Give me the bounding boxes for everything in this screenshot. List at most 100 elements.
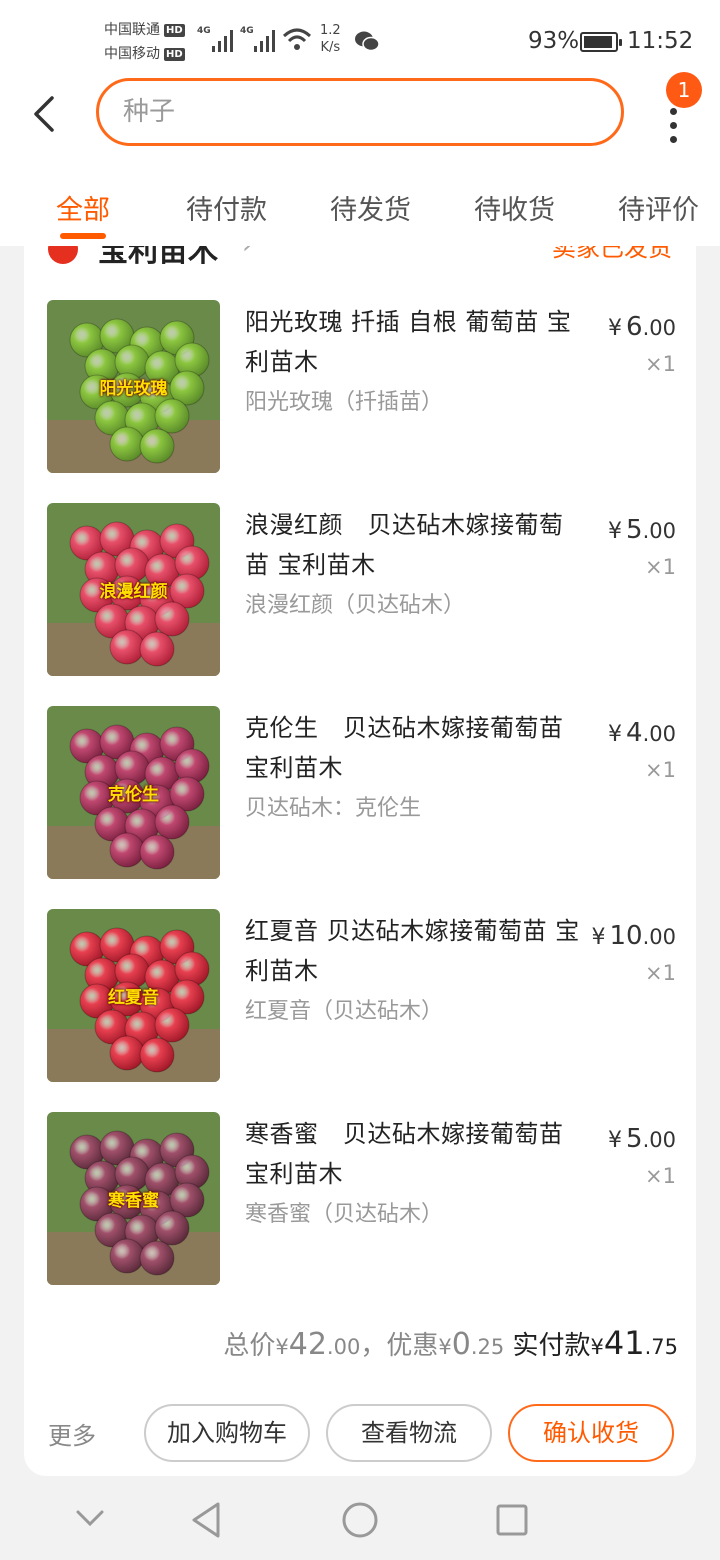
product-thumbnail[interactable]: 克伦生 <box>47 706 220 879</box>
product-title: 阳光玫瑰 扦插 自根 葡萄苗 宝利苗木 <box>245 308 572 376</box>
total-label: 总价 <box>223 1331 276 1361</box>
carrier-info: 中国联通 HD 中国移动 HD <box>104 18 185 66</box>
battery-percent: 93% <box>528 28 580 54</box>
view-logistics-button[interactable]: 查看物流 <box>326 1404 492 1462</box>
currency: ¥ <box>608 1128 623 1153</box>
order-card: 宝利苗木 › 卖家已发货 阳光玫瑰 阳光玫瑰 扦插 自根 葡萄苗 宝利苗木阳光玫瑰… <box>24 246 696 1476</box>
product-thumbnail[interactable]: 阳光玫瑰 <box>47 300 220 473</box>
product-title: 克伦生 贝达砧木嫁接葡萄苗 宝利苗木 <box>245 714 564 782</box>
back-nav-icon[interactable] <box>188 1500 224 1540</box>
search-header: 1 <box>0 72 720 170</box>
shop-icon <box>48 246 78 264</box>
paid-int: 41 <box>603 1324 645 1362</box>
total-dec: .00 <box>326 1335 361 1359</box>
order-item[interactable]: 浪漫红颜 浪漫红颜 贝达砧木嫁接葡萄苗 宝利苗木 浪漫红颜（贝达砧木） ¥5.00 ×1 <box>24 503 696 683</box>
product-title: 寒香蜜 贝达砧木嫁接葡萄苗 宝利苗木 <box>245 1120 564 1188</box>
recents-nav-icon[interactable] <box>494 1502 530 1538</box>
currency: ¥ <box>608 316 623 341</box>
product-thumbnail[interactable]: 浪漫红颜 <box>47 503 220 676</box>
wifi-icon <box>282 28 312 50</box>
product-thumbnail[interactable]: 红夏音 <box>47 909 220 1082</box>
currency: ¥ <box>591 925 606 950</box>
thumbnail-label: 克伦生 <box>108 785 159 805</box>
home-nav-icon[interactable] <box>340 1500 380 1540</box>
discount-dec: .25 <box>470 1335 505 1359</box>
product-sku: 寒香蜜（贝达砧木） <box>245 1202 444 1227</box>
carrier-1: 中国联通 <box>104 22 160 38</box>
tab-pending-shipment[interactable]: 待发货 <box>330 188 411 227</box>
currency: ¥ <box>608 722 623 747</box>
back-arrow-icon[interactable] <box>28 92 64 136</box>
order-total: 总价¥42.00，优惠¥0.25 实付款¥41.75 <box>223 1324 678 1362</box>
product-price: ¥4.00 <box>608 718 676 748</box>
tab-pending-receipt[interactable]: 待收货 <box>474 188 555 227</box>
product-price: ¥5.00 <box>608 1124 676 1154</box>
active-tab-indicator <box>60 233 106 239</box>
order-actions: 更多 加入购物车 查看物流 确认收货 <box>24 1402 696 1462</box>
hide-keyboard-icon[interactable] <box>74 1506 106 1530</box>
hd-badge: HD <box>164 48 185 61</box>
paid-amount: 实付款¥41.75 <box>512 1324 678 1362</box>
paid-dec: .75 <box>644 1335 678 1359</box>
product-price: ¥10.00 <box>592 921 677 951</box>
product-title: 浪漫红颜 贝达砧木嫁接葡萄苗 宝利苗木 <box>245 511 564 579</box>
product-quantity: ×1 <box>645 1164 676 1188</box>
order-item[interactable]: 阳光玫瑰 阳光玫瑰 扦插 自根 葡萄苗 宝利苗木阳光玫瑰（扦插苗） ¥6.00 ×1 <box>24 300 696 480</box>
order-item[interactable]: 克伦生 克伦生 贝达砧木嫁接葡萄苗 宝利苗木贝达砧木：克伦生 ¥4.00 ×1 <box>24 706 696 886</box>
price-int: 4 <box>626 718 643 748</box>
order-status: 卖家已发货 <box>552 246 672 262</box>
order-item[interactable]: 红夏音 红夏音 贝达砧木嫁接葡萄苗 宝利苗木 红夏音（贝达砧木） ¥10.00 ×1 <box>24 909 696 1089</box>
price-int: 5 <box>626 1124 643 1154</box>
more-button[interactable]: 更多 <box>48 1416 96 1451</box>
battery-icon <box>580 32 622 52</box>
currency: ¥ <box>438 1335 452 1359</box>
speed-unit: K/s <box>320 40 341 55</box>
product-quantity: ×1 <box>645 555 676 579</box>
price-dec: .00 <box>642 925 676 949</box>
product-quantity: ×1 <box>645 758 676 782</box>
price-int: 5 <box>626 515 643 545</box>
product-quantity: ×1 <box>645 352 676 376</box>
currency: ¥ <box>590 1335 604 1359</box>
status-bar: 中国联通 HD 中国移动 HD 4G 4G 1.2 K/s 93% 11:52 <box>0 0 720 80</box>
add-to-cart-button[interactable]: 加入购物车 <box>144 1404 310 1462</box>
thumbnail-label: 红夏音 <box>108 988 159 1008</box>
speed-value: 1.2 <box>320 23 341 38</box>
thumbnail-label: 阳光玫瑰 <box>99 379 168 399</box>
network-speed: 1.2 K/s <box>320 22 341 56</box>
price-int: 6 <box>626 312 643 342</box>
product-sku: 贝达砧木：克伦生 <box>245 796 422 821</box>
product-title: 红夏音 贝达砧木嫁接葡萄苗 宝利苗木 <box>245 917 580 985</box>
product-sku: 阳光玫瑰（扦插苗） <box>245 390 444 415</box>
network-type: 4G <box>197 26 211 36</box>
system-nav-bar <box>0 1480 720 1560</box>
price-dec: .00 <box>642 519 676 543</box>
carrier-2: 中国移动 <box>104 46 160 62</box>
thumbnail-label: 寒香蜜 <box>108 1191 159 1211</box>
product-price: ¥6.00 <box>608 312 676 342</box>
tab-pending-review[interactable]: 待评价 <box>618 188 699 227</box>
product-quantity: ×1 <box>645 961 676 985</box>
product-thumbnail[interactable]: 寒香蜜 <box>47 1112 220 1285</box>
discount-int: 0 <box>451 1327 471 1362</box>
notification-badge: 1 <box>666 72 702 108</box>
price-dec: .00 <box>642 316 676 340</box>
confirm-receipt-button[interactable]: 确认收货 <box>508 1404 674 1462</box>
currency: ¥ <box>275 1335 289 1359</box>
tab-pending-payment[interactable]: 待付款 <box>186 188 267 227</box>
price-int: 10 <box>609 921 643 951</box>
total-int: 42 <box>288 1327 327 1362</box>
order-tabs: 全部 待付款 待发货 待收货 待评价 <box>0 170 720 246</box>
search-input[interactable] <box>99 81 621 143</box>
wechat-icon <box>355 31 380 52</box>
shop-header[interactable]: 宝利苗木 › 卖家已发货 <box>24 246 696 269</box>
paid-label: 实付款 <box>512 1331 591 1361</box>
price-dec: .00 <box>642 722 676 746</box>
product-sku: 浪漫红颜（贝达砧木） <box>245 593 466 618</box>
chevron-right-icon: › <box>242 246 252 260</box>
search-box[interactable] <box>96 78 624 146</box>
thumbnail-label: 浪漫红颜 <box>99 582 168 602</box>
order-item[interactable]: 寒香蜜 寒香蜜 贝达砧木嫁接葡萄苗 宝利苗木寒香蜜（贝达砧木） ¥5.00 ×1 <box>24 1112 696 1292</box>
tab-all[interactable]: 全部 <box>56 188 110 227</box>
discount-label: ，优惠 <box>360 1331 439 1361</box>
